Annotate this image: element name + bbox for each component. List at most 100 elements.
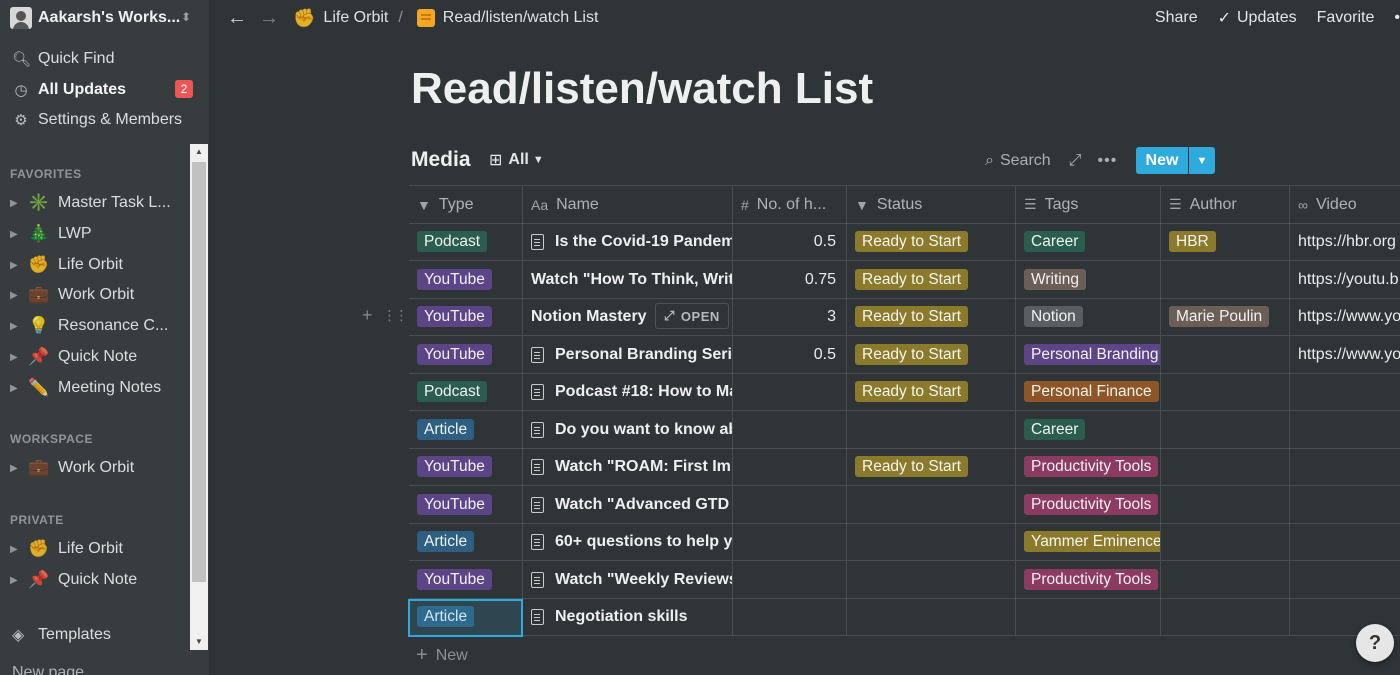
breadcrumb-life-orbit[interactable]: ✊ Life Orbit: [293, 8, 388, 29]
expand-triangle-icon[interactable]: ▶: [10, 198, 28, 209]
cell-tags[interactable]: Career: [1016, 223, 1161, 260]
cell-author[interactable]: [1161, 486, 1290, 523]
video-url[interactable]: https://www.yo: [1298, 308, 1400, 326]
cell-status[interactable]: Ready to Start: [847, 298, 1016, 335]
cell-name[interactable]: Notion Mastery ⤢ OPEN: [523, 298, 733, 335]
drag-handle-icon[interactable]: ⋮⋮: [383, 307, 409, 324]
breadcrumb-current-page[interactable]: Read/listen/watch List: [416, 9, 598, 27]
cell-name[interactable]: Personal Branding Series: [523, 336, 733, 373]
scroll-down-arrow-icon[interactable]: ▼: [190, 634, 208, 650]
share-button[interactable]: Share: [1155, 9, 1198, 27]
cell-tags[interactable]: Personal Finance: [1016, 373, 1161, 410]
cell-status[interactable]: Ready to Start: [847, 448, 1016, 485]
updates-button[interactable]: Updates: [1237, 9, 1297, 27]
cell-video[interactable]: https://www.yo: [1290, 336, 1400, 373]
add-new-row-button[interactable]: + New: [416, 644, 468, 667]
cell-author[interactable]: HBR: [1161, 223, 1290, 260]
expand-triangle-icon[interactable]: ▶: [10, 229, 28, 240]
cell-status[interactable]: Ready to Start: [847, 261, 1016, 298]
new-record-button[interactable]: New: [1136, 147, 1188, 174]
workspace-section-label[interactable]: WORKSPACE: [10, 432, 93, 446]
expand-triangle-icon[interactable]: ▶: [10, 544, 28, 555]
cell-type[interactable]: YouTube: [409, 561, 523, 598]
table-row[interactable]: YouTube Watch "Weekly Reviews Productivity…: [409, 561, 1400, 599]
cell-author[interactable]: Marie Poulin: [1161, 298, 1290, 335]
cell-hours[interactable]: 3: [733, 298, 847, 335]
column-header-status[interactable]: ▼ Status: [847, 186, 1016, 223]
new-page-button[interactable]: New page: [12, 664, 84, 675]
cell-video[interactable]: https://youtu.b: [1290, 261, 1400, 298]
cell-video[interactable]: [1290, 561, 1400, 598]
cell-hours[interactable]: [733, 411, 847, 448]
column-header-video[interactable]: ∞ Video: [1290, 186, 1400, 223]
cell-name[interactable]: Watch "Weekly Reviews: [523, 561, 733, 598]
cell-video[interactable]: [1290, 523, 1400, 560]
video-url[interactable]: https://www.yo: [1298, 346, 1400, 364]
search-button[interactable]: Search: [1000, 152, 1051, 170]
cell-name[interactable]: Is the Covid-19 Pandemi: [523, 223, 733, 260]
expand-icon[interactable]: ⤢: [1069, 152, 1082, 170]
quick-find-button[interactable]: 🔍︎ Quick Find: [12, 46, 114, 72]
all-updates-button[interactable]: ◷ All Updates: [12, 77, 126, 103]
expand-triangle-icon[interactable]: ▶: [10, 463, 28, 474]
more-options-icon[interactable]: •: [1394, 9, 1400, 27]
expand-triangle-icon[interactable]: ▶: [10, 575, 28, 586]
column-header-hours[interactable]: # No. of h...: [733, 186, 847, 223]
cell-hours[interactable]: [733, 373, 847, 410]
table-row[interactable]: Article Negotiation skills: [409, 598, 1400, 636]
scroll-thumb[interactable]: [192, 162, 206, 582]
cell-hours[interactable]: 0.5: [733, 336, 847, 373]
cell-name[interactable]: Watch "Advanced GTD D: [523, 486, 733, 523]
cell-hours[interactable]: [733, 448, 847, 485]
cell-tags[interactable]: Personal Branding: [1016, 336, 1161, 373]
expand-triangle-icon[interactable]: ▶: [10, 260, 28, 271]
cell-name[interactable]: Do you want to know ab: [523, 411, 733, 448]
sidebar-item-work-orbit[interactable]: ▶ 💼 Work Orbit: [10, 282, 190, 308]
cell-video[interactable]: https://www.yo: [1290, 298, 1400, 335]
cell-tags[interactable]: [1016, 598, 1161, 635]
cell-type[interactable]: Article: [409, 523, 523, 560]
forward-arrow-icon[interactable]: →: [259, 7, 279, 30]
cell-video[interactable]: [1290, 486, 1400, 523]
table-row[interactable]: YouTube Watch "How To Think, Write 0.75 Rea…: [409, 261, 1400, 299]
expand-triangle-icon[interactable]: ▶: [10, 290, 28, 301]
cell-type[interactable]: YouTube: [409, 448, 523, 485]
sidebar-item-quick-note-private[interactable]: ▶ 📌 Quick Note: [10, 567, 190, 593]
cell-name[interactable]: Negotiation skills: [523, 598, 733, 635]
column-header-author[interactable]: ☰ Author: [1161, 186, 1290, 223]
cell-tags[interactable]: Notion: [1016, 298, 1161, 335]
back-arrow-icon[interactable]: ←: [227, 7, 247, 30]
help-button[interactable]: ?: [1356, 624, 1394, 662]
cell-type[interactable]: YouTube: [409, 336, 523, 373]
open-page-button[interactable]: ⤢ OPEN: [655, 303, 729, 329]
sidebar-item-lwp[interactable]: ▶ 🎄 LWP: [10, 221, 190, 247]
cell-author[interactable]: [1161, 598, 1290, 635]
column-header-name[interactable]: Aa Name: [523, 186, 733, 223]
view-selector[interactable]: ⊞ All ▼: [489, 150, 544, 170]
cell-author[interactable]: [1161, 336, 1290, 373]
cell-type[interactable]: Article: [409, 598, 523, 635]
cell-author[interactable]: [1161, 261, 1290, 298]
cell-status[interactable]: [847, 486, 1016, 523]
cell-hours[interactable]: 0.5: [733, 223, 847, 260]
cell-author[interactable]: [1161, 411, 1290, 448]
cell-type[interactable]: Article: [409, 411, 523, 448]
favorite-button[interactable]: Favorite: [1317, 9, 1375, 27]
cell-author[interactable]: [1161, 373, 1290, 410]
cell-hours[interactable]: [733, 561, 847, 598]
table-row[interactable]: YouTube Personal Branding Series 0.5 Ready …: [409, 336, 1400, 374]
add-row-plus-icon[interactable]: +: [362, 305, 373, 326]
cell-type[interactable]: Podcast: [409, 223, 523, 260]
sidebar-scrollbar[interactable]: ▲ ▼: [190, 144, 208, 650]
cell-status[interactable]: Ready to Start: [847, 373, 1016, 410]
cell-tags[interactable]: Yammer Eminence: [1016, 523, 1161, 560]
cell-hours[interactable]: [733, 486, 847, 523]
cell-video[interactable]: [1290, 373, 1400, 410]
expand-triangle-icon[interactable]: ▶: [10, 383, 28, 394]
cell-video[interactable]: [1290, 411, 1400, 448]
database-title[interactable]: Media: [411, 148, 471, 172]
cell-tags[interactable]: Productivity Tools: [1016, 448, 1161, 485]
sidebar-item-quick-note[interactable]: ▶ 📌 Quick Note: [10, 344, 190, 370]
cell-author[interactable]: [1161, 448, 1290, 485]
cell-hours[interactable]: [733, 523, 847, 560]
